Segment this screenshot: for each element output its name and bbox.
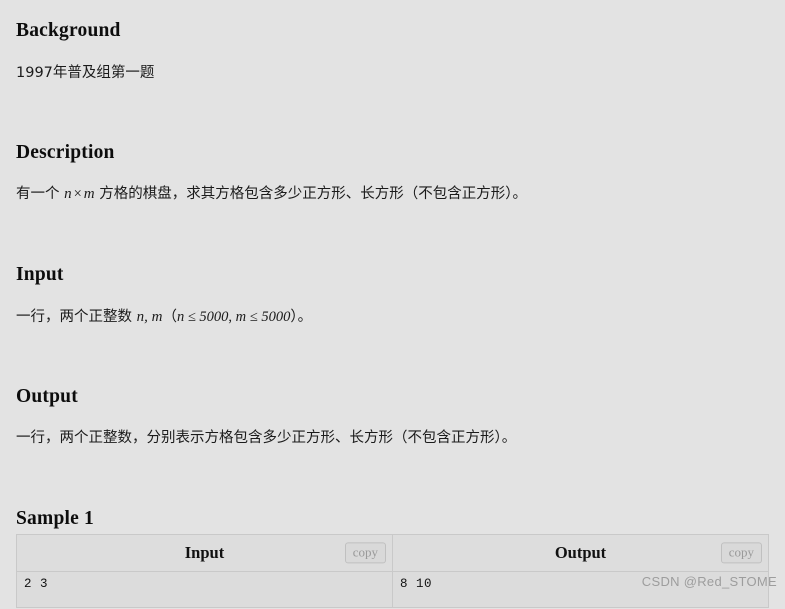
input-paren-close: ）。	[290, 309, 313, 325]
copy-output-button[interactable]: copy	[720, 542, 762, 564]
table-header-row: Input copy Output copy	[16, 534, 769, 572]
sample-input-header: Input copy	[16, 534, 393, 572]
copy-input-button[interactable]: copy	[344, 542, 386, 564]
math-vars-nm: n, m	[136, 309, 163, 325]
sample-input-header-label: Input	[184, 543, 225, 562]
description-prefix: 有一个	[16, 186, 65, 202]
input-prefix: 一行，两个正整数	[16, 309, 137, 325]
sample-table: Input copy Output copy 2 3 8 10	[16, 534, 769, 608]
description-text: 有一个 n × m 方格的棋盘，求其方格包含多少正方形、长方形（不包含正方形）。	[16, 183, 527, 206]
sample-output-header: Output copy	[392, 534, 769, 572]
input-text: 一行，两个正整数 n, m（n ≤ 5000, m ≤ 5000）。	[16, 306, 312, 329]
watermark-text: CSDN @Red_STOME	[641, 574, 777, 589]
math-var-n: n	[64, 186, 72, 202]
sample-heading: Sample 1	[16, 508, 94, 529]
sample-input-value: 2 3	[16, 571, 393, 608]
background-text: 1997年普及组第一题	[16, 65, 155, 81]
sample-output-header-label: Output	[554, 543, 607, 562]
math-cond-n: n ≤ 5000	[176, 309, 229, 325]
problem-page: Background 1997年普及组第一题 Description 有一个 n…	[0, 0, 785, 609]
output-heading: Output	[16, 386, 78, 407]
math-var-m: m	[83, 186, 95, 202]
output-text: 一行，两个正整数，分别表示方格包含多少正方形、长方形（不包含正方形）。	[16, 430, 517, 446]
description-heading: Description	[16, 142, 115, 163]
background-heading: Background	[16, 20, 121, 41]
input-paren-open: （	[162, 309, 177, 325]
math-cond-comma: ,	[228, 309, 236, 325]
math-times-operator: ×	[73, 186, 82, 202]
description-suffix: 方格的棋盘，求其方格包含多少正方形、长方形（不包含正方形）。	[94, 186, 527, 202]
math-cond-m: m ≤ 5000	[235, 309, 291, 325]
input-heading: Input	[16, 264, 64, 285]
